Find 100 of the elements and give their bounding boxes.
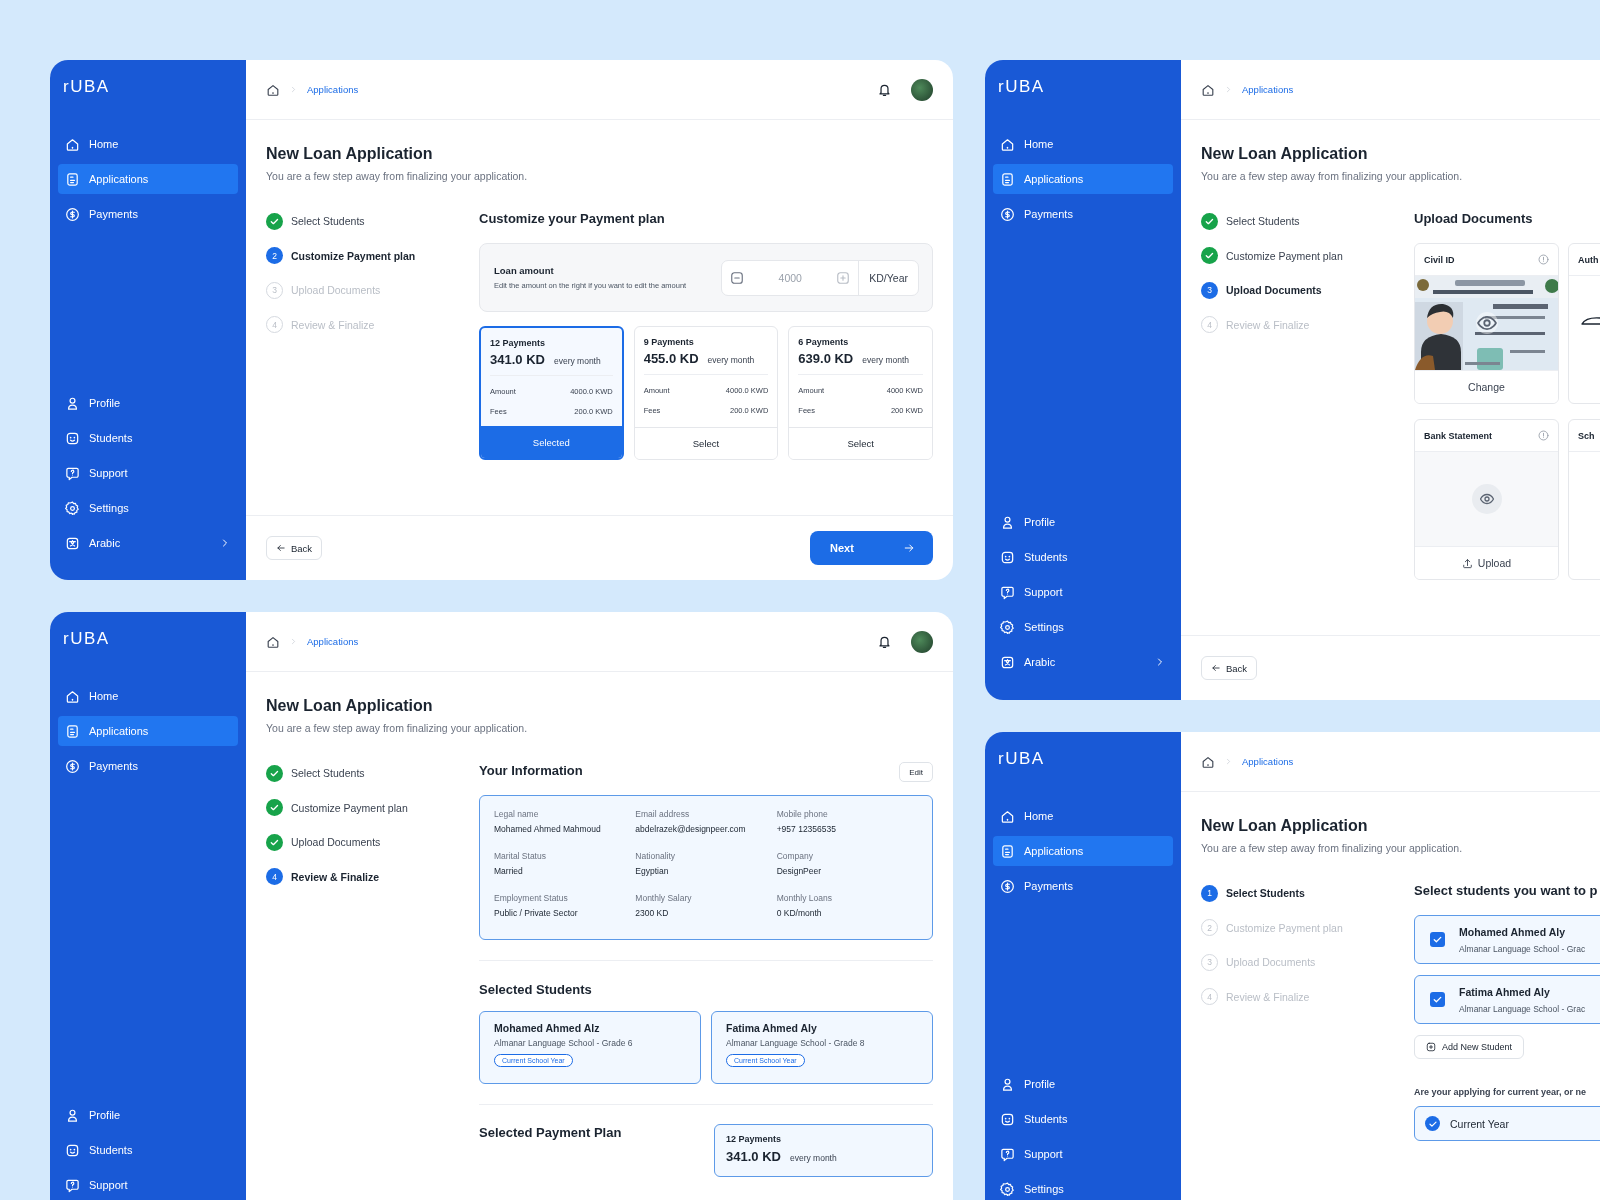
nav-item[interactable]: Applications	[58, 164, 238, 194]
nav-item[interactable]: Support	[58, 1170, 238, 1200]
field-value: Married	[494, 866, 523, 876]
document-title: Auth	[1578, 254, 1599, 265]
breadcrumb-link[interactable]: Applications	[1242, 756, 1294, 767]
step-label[interactable]: Review & Finalize	[291, 870, 380, 883]
eye-icon[interactable]	[1471, 484, 1502, 514]
page-subtitle: You are a few step away from finalizing your application.	[266, 722, 528, 734]
student-school: Almanar Language School - Grade 8	[726, 1038, 865, 1048]
nav-item[interactable]: Home	[993, 129, 1173, 159]
student-name: Mohamed Ahmed Alz	[494, 1022, 600, 1034]
loan-amount-label: Loan amount	[494, 264, 554, 276]
nav-item[interactable]: Support	[993, 1139, 1173, 1169]
step-label[interactable]: Customize Payment plan	[291, 249, 416, 262]
edit-button[interactable]: Edit	[899, 762, 933, 782]
nav-item[interactable]: Students	[58, 1135, 238, 1165]
document-action-button[interactable]: Change	[1415, 370, 1558, 403]
select-button[interactable]: Select	[634, 427, 778, 459]
field-value: Public / Private Sector	[494, 908, 578, 918]
nav-item[interactable]: Home	[993, 801, 1173, 831]
breadcrumb-link[interactable]: Applications	[307, 84, 359, 95]
add-student-button[interactable]: Add New Student	[1414, 1035, 1525, 1059]
select-button[interactable]: Selected	[481, 426, 622, 458]
nav-item[interactable]: Payments	[993, 871, 1173, 901]
nav-item[interactable]: Profile	[58, 1100, 238, 1130]
student-name: Mohamed Ahmed Aly	[1459, 925, 1565, 938]
checkbox[interactable]	[1430, 932, 1445, 947]
year-option[interactable]: Current Year	[1414, 1106, 1600, 1141]
field-value: +957 12356535	[776, 824, 836, 834]
plan-period: every month	[707, 355, 755, 365]
document-action-button[interactable]: Upload	[1415, 546, 1558, 579]
field-label: Monthly Loans	[776, 893, 832, 903]
home-icon[interactable]	[1201, 754, 1215, 769]
home-icon[interactable]	[266, 82, 280, 97]
nav-item[interactable]: Payments	[58, 751, 238, 781]
nav-item[interactable]: Payments	[58, 199, 238, 229]
radio-button[interactable]	[1425, 1116, 1440, 1131]
document-title: Civil ID	[1424, 254, 1455, 265]
translate-icon	[1000, 654, 1015, 670]
field-value: abdelrazek@designpeer.com	[635, 824, 746, 834]
logo: rUBA	[63, 77, 110, 97]
page-title: New Loan Application	[266, 144, 433, 164]
help-chat-icon	[65, 465, 80, 481]
avatar[interactable]	[911, 78, 933, 101]
nav-item[interactable]: Settings	[993, 612, 1173, 642]
nav-item[interactable]: Home	[58, 129, 238, 159]
nav-item[interactable]: Arabic	[58, 528, 238, 558]
back-button[interactable]: Back	[266, 536, 323, 560]
field-label: Monthly Salary	[635, 893, 692, 903]
step-label[interactable]: Select Students	[1226, 887, 1305, 900]
upload-icon	[1461, 557, 1473, 569]
home-icon[interactable]	[1201, 82, 1215, 97]
step-label[interactable]: Upload Documents	[1226, 284, 1322, 297]
avatar[interactable]	[911, 630, 933, 653]
nav-item[interactable]: Applications	[58, 716, 238, 746]
student-school: Almanar Language School - Grac	[1459, 1003, 1586, 1014]
nav-item[interactable]: Arabic	[993, 647, 1173, 677]
nav-item[interactable]: Applications	[993, 164, 1173, 194]
person-icon	[1000, 514, 1015, 530]
bell-icon[interactable]	[877, 634, 892, 649]
student-option-card[interactable]: Fatima Ahmed Aly Almanar Language School - Grac	[1414, 975, 1600, 1024]
back-button[interactable]: Back	[1201, 656, 1258, 680]
student-option-card[interactable]: Mohamed Ahmed Aly Almanar Language School - Grac	[1414, 915, 1600, 964]
nav-item[interactable]: Profile	[58, 388, 238, 418]
nav-item[interactable]: Students	[993, 542, 1173, 572]
minus-icon[interactable]	[730, 270, 745, 285]
checkbox[interactable]	[1430, 992, 1445, 1007]
chevron-right-icon	[1224, 757, 1233, 766]
next-button[interactable]: Next	[810, 531, 933, 565]
nav-item[interactable]: Settings	[993, 1174, 1173, 1200]
student-school: Almanar Language School - Grac	[1459, 943, 1586, 954]
nav-item[interactable]: Applications	[993, 836, 1173, 866]
breadcrumb-link[interactable]: Applications	[307, 636, 359, 647]
person-icon	[1000, 1076, 1015, 1092]
nav-item[interactable]: Profile	[993, 507, 1173, 537]
bell-icon[interactable]	[877, 82, 892, 97]
field-label: Employment Status	[494, 893, 568, 903]
help-chat-icon	[65, 1177, 80, 1193]
person-icon	[65, 1107, 80, 1123]
nav-item[interactable]: Profile	[993, 1069, 1173, 1099]
step-label[interactable]: Customize Payment plan	[291, 801, 408, 814]
nav-item[interactable]: Payments	[993, 199, 1173, 229]
nav-item[interactable]: Home	[58, 681, 238, 711]
eye-icon[interactable]	[1475, 312, 1498, 334]
nav-item[interactable]: Students	[58, 423, 238, 453]
step-label[interactable]: Customize Payment plan	[1226, 249, 1343, 262]
nav-item[interactable]: Support	[58, 458, 238, 488]
plan-period: every month	[789, 1153, 837, 1163]
document-icon	[1000, 171, 1015, 187]
step-number: 4	[266, 868, 283, 886]
nav-item[interactable]: Support	[993, 577, 1173, 607]
step-label[interactable]: Select Students	[291, 767, 365, 780]
select-button[interactable]: Select	[789, 427, 932, 459]
home-icon[interactable]	[266, 634, 280, 649]
nav-item[interactable]: Settings	[58, 493, 238, 523]
nav-item[interactable]: Students	[993, 1104, 1173, 1134]
breadcrumb-link[interactable]: Applications	[1242, 84, 1294, 95]
step-label[interactable]: Upload Documents	[291, 836, 381, 849]
step-label[interactable]: Select Students	[291, 215, 365, 228]
step-label[interactable]: Select Students	[1226, 215, 1300, 228]
